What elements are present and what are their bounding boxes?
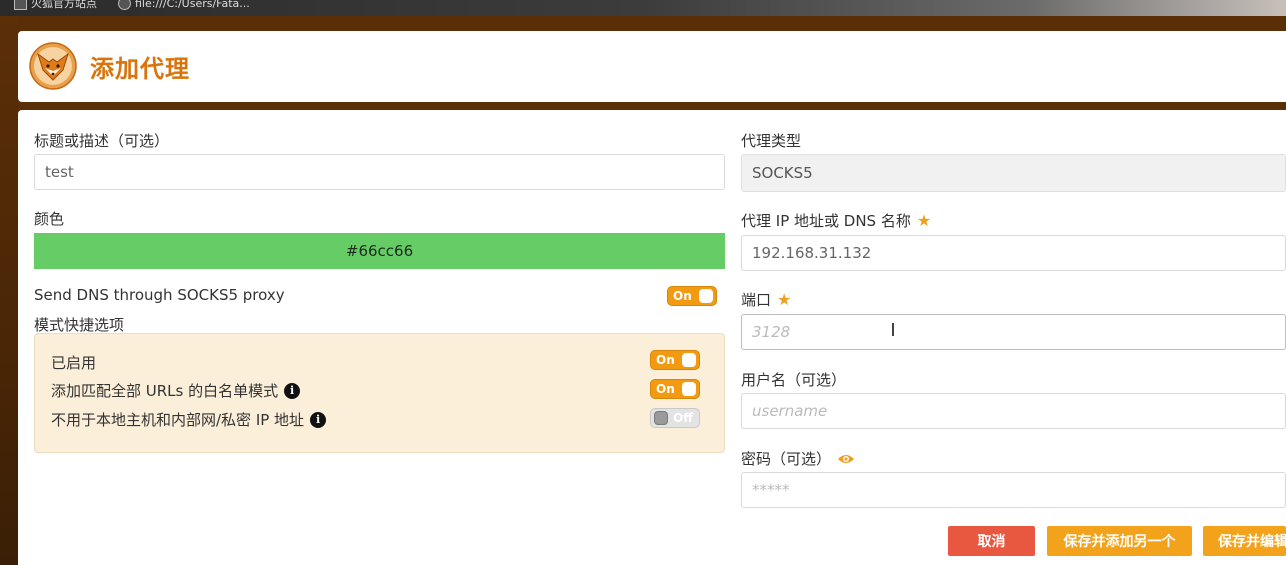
host-label-text: 代理 IP 地址或 DNS 名称 — [741, 212, 911, 230]
pattern-label: 模式快捷选项 — [34, 316, 125, 334]
exclude-local-toggle[interactable]: Off — [650, 408, 700, 428]
proxy-type-select[interactable]: SOCKS5 — [741, 154, 1286, 192]
page-title: 添加代理 — [90, 55, 190, 83]
title-input[interactable]: test — [34, 154, 725, 190]
toggle-knob — [654, 411, 668, 425]
toggle-text: On — [656, 382, 675, 396]
dns-toggle[interactable]: On — [667, 286, 717, 306]
bookmark-label: 火狐官方站点 — [31, 0, 97, 10]
toggle-text: Off — [673, 411, 693, 425]
required-star-icon: ★ — [777, 290, 792, 309]
exclude-local-label: 不用于本地主机和内部网/私密 IP 地址 i — [51, 409, 327, 430]
whitelist-all-text: 添加匹配全部 URLs 的白名单模式 — [51, 382, 279, 400]
toggle-knob — [699, 289, 713, 303]
port-input[interactable]: 3128 — [741, 314, 1286, 350]
password-label: 密码（可选） — [741, 448, 855, 469]
bookmark-item[interactable]: file:///C:/Users/Fata... — [118, 0, 250, 10]
save-edit-button[interactable]: 保存并编辑 — [1203, 526, 1286, 556]
bookmark-item[interactable]: 火狐官方站点 — [14, 0, 97, 10]
bookmark-label: file:///C:/Users/Fata... — [135, 0, 250, 10]
eye-icon[interactable] — [837, 453, 855, 465]
info-icon[interactable]: i — [310, 411, 327, 428]
username-label: 用户名（可选） — [741, 371, 847, 389]
port-label-text: 端口 — [741, 291, 772, 309]
globe-icon — [118, 0, 131, 10]
toggle-text: On — [673, 289, 692, 303]
window-edge — [0, 16, 18, 565]
title-label: 标题或描述（可选） — [34, 132, 170, 150]
password-label-text: 密码（可选） — [741, 450, 832, 468]
cancel-button[interactable]: 取消 — [948, 526, 1035, 556]
toggle-text: On — [656, 353, 675, 367]
password-input[interactable]: ***** — [741, 472, 1286, 508]
host-input[interactable]: 192.168.31.132 — [741, 235, 1286, 271]
page-icon — [14, 0, 27, 10]
toggle-knob — [682, 382, 696, 396]
whitelist-all-label: 添加匹配全部 URLs 的白名单模式 i — [51, 380, 301, 401]
color-label: 颜色 — [34, 210, 65, 228]
page-header: 添加代理 — [18, 31, 1286, 102]
exclude-local-text: 不用于本地主机和内部网/私密 IP 地址 — [51, 411, 305, 429]
required-star-icon: ★ — [916, 211, 932, 230]
foxyproxy-fox-logo — [29, 42, 77, 90]
text-cursor-icon — [892, 323, 894, 336]
host-label: 代理 IP 地址或 DNS 名称 ★ — [741, 210, 931, 231]
pattern-enabled-toggle[interactable]: On — [650, 350, 700, 370]
username-input[interactable]: username — [741, 393, 1286, 429]
info-icon[interactable]: i — [284, 382, 301, 399]
toggle-knob — [682, 353, 696, 367]
pattern-options-box: 已启用 On 添加匹配全部 URLs 的白名单模式 i On 不用于本地主机和内… — [34, 333, 725, 453]
bookmarks-toolbar: 火狐官方站点 file:///C:/Users/Fata... — [0, 0, 1286, 16]
whitelist-all-toggle[interactable]: On — [650, 379, 700, 399]
proxy-type-label: 代理类型 — [741, 132, 802, 150]
pattern-enabled-label: 已启用 — [51, 354, 97, 372]
port-label: 端口 ★ — [741, 289, 791, 310]
save-add-another-button[interactable]: 保存并添加另一个 — [1047, 526, 1192, 556]
dns-label: Send DNS through SOCKS5 proxy — [34, 286, 285, 304]
proxy-form: 标题或描述（可选） test 颜色 #66cc66 Send DNS throu… — [18, 110, 1286, 565]
color-picker[interactable]: #66cc66 — [34, 233, 725, 269]
